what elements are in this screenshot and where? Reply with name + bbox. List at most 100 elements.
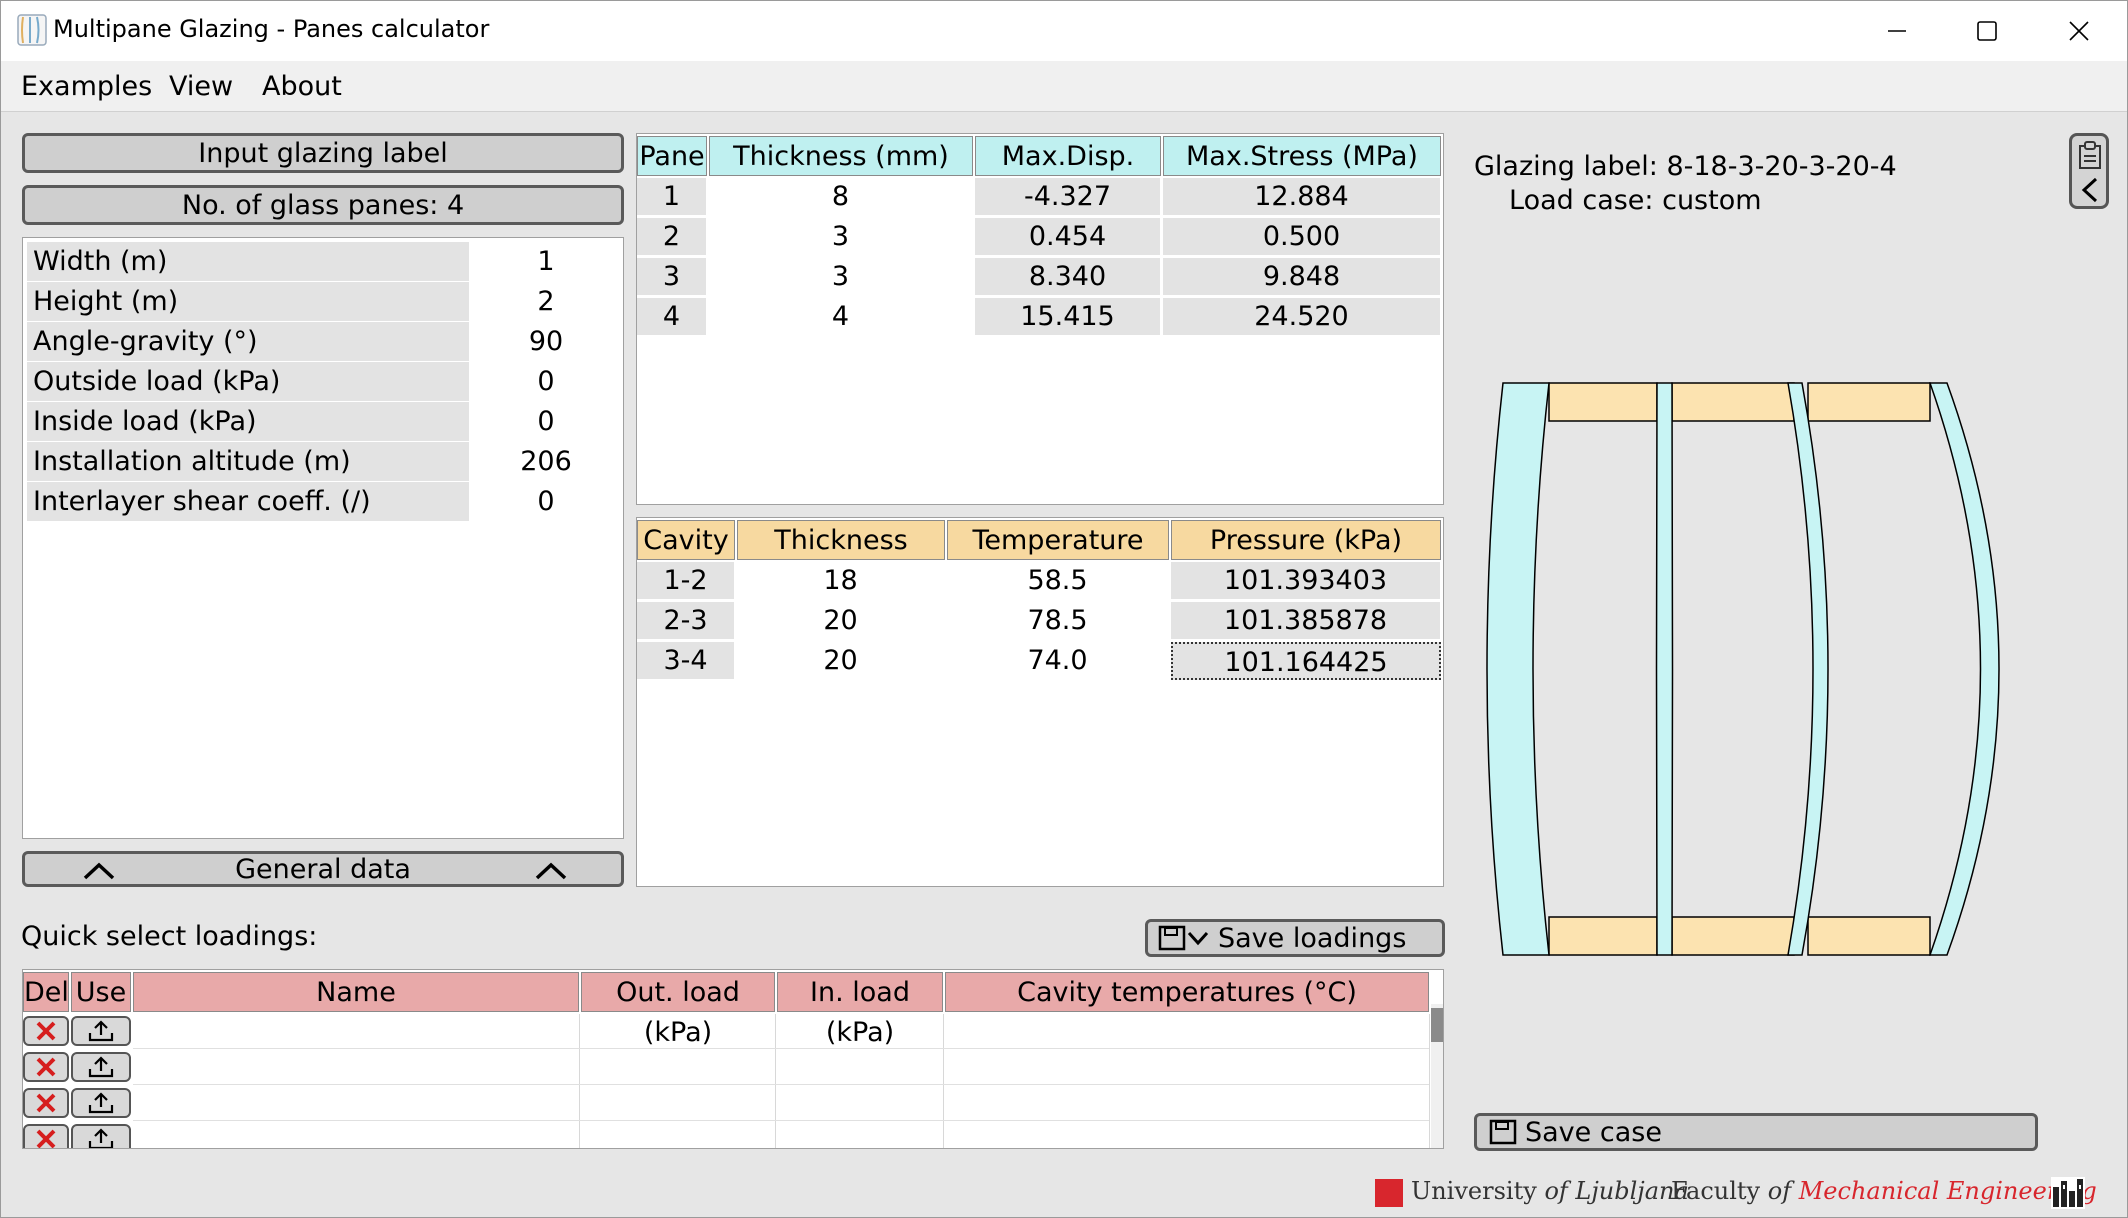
- glass-pane-2: [1655, 382, 1674, 956]
- panes-cell: 3: [637, 258, 707, 296]
- general-row-label: Outside load (kPa): [27, 362, 469, 401]
- save-case-label: Save case: [1525, 1116, 1662, 1148]
- upload-icon: [88, 1128, 114, 1148]
- general-row-label: Inside load (kPa): [27, 402, 469, 441]
- panes-cell: 2: [637, 218, 707, 256]
- cavity-header-cavity[interactable]: Cavity: [637, 520, 735, 560]
- general-row-label: Installation altitude (m): [27, 442, 469, 481]
- cavity-cell[interactable]: 18: [737, 562, 945, 600]
- save-case-button[interactable]: Save case: [1474, 1113, 2038, 1151]
- cavity-cell-selected[interactable]: 101.164425: [1171, 642, 1441, 680]
- university-of: of: [1544, 1177, 1568, 1205]
- cavity-header-pressure[interactable]: Pressure (kPa): [1171, 520, 1441, 560]
- close-button[interactable]: [2049, 9, 2109, 53]
- cavity-cell[interactable]: 74.0: [947, 642, 1169, 680]
- panes-header-maxstress[interactable]: Max.Stress (MPa): [1163, 136, 1441, 176]
- loadings-header-del[interactable]: Del: [23, 972, 69, 1012]
- panes-header-pane[interactable]: Pane: [637, 136, 707, 176]
- general-row-value[interactable]: 0: [471, 402, 621, 441]
- menu-view[interactable]: View: [169, 71, 233, 102]
- upload-icon: [88, 1092, 114, 1114]
- panes-cell[interactable]: 3: [709, 218, 973, 256]
- panes-cell: 0.500: [1163, 218, 1441, 256]
- general-row-value[interactable]: 1: [471, 242, 621, 281]
- cavity-cell[interactable]: 58.5: [947, 562, 1169, 600]
- maximize-button[interactable]: [1957, 9, 2017, 53]
- panes-cell: 15.415: [975, 298, 1161, 336]
- cavity-cell[interactable]: 78.5: [947, 602, 1169, 640]
- glazing-label-text: Glazing label: 8-18-3-20-3-20-4: [1474, 151, 1897, 182]
- loadings-header-name[interactable]: Name: [133, 972, 579, 1012]
- footer: University of Ljubljana Faculty of Mecha…: [1, 1169, 2127, 1217]
- general-row-value[interactable]: 206: [471, 442, 621, 481]
- clipboard-icon: [2079, 141, 2101, 169]
- glass-pane-4: [1928, 382, 2000, 956]
- general-data-grid: Width (m) 1 Height (m) 2 Angle-gravity (…: [22, 237, 624, 839]
- panes-cell: 1: [637, 178, 707, 216]
- cavity-cell: 101.393403: [1171, 562, 1441, 600]
- use-row-button[interactable]: [71, 1088, 131, 1118]
- delete-row-button[interactable]: [23, 1052, 69, 1082]
- loadings-table: Del Use Name Out. load (kPa) In. load (k…: [22, 969, 1444, 1149]
- cavity-header-thickness[interactable]: Thickness (mm): [737, 520, 945, 596]
- delete-row-button[interactable]: [23, 1124, 69, 1148]
- row-divider: [133, 1120, 1429, 1121]
- panes-cell[interactable]: 4: [709, 298, 973, 336]
- general-row-value[interactable]: 2: [471, 282, 621, 321]
- university-prefix: University: [1411, 1177, 1537, 1205]
- use-row-button[interactable]: [71, 1052, 131, 1082]
- delete-row-button[interactable]: [23, 1088, 69, 1118]
- save-loadings-button[interactable]: Save loadings: [1145, 919, 1445, 957]
- loadings-header-use[interactable]: Use: [71, 972, 131, 1012]
- menu-about[interactable]: About: [262, 71, 342, 102]
- save-icon: [1158, 925, 1186, 951]
- delete-row-button[interactable]: [23, 1016, 69, 1046]
- cavity-cell: 2-3: [637, 602, 735, 640]
- panes-header-maxdisp[interactable]: Max.Disp.(mm): [975, 136, 1161, 212]
- menu-examples[interactable]: Examples: [21, 71, 152, 102]
- spacer-top-2: [1671, 382, 1795, 422]
- general-row: Width (m) 1: [27, 242, 621, 282]
- general-row-label: Height (m): [27, 282, 469, 321]
- loadings-scrollbar[interactable]: [1431, 1004, 1443, 1148]
- use-row-button[interactable]: [71, 1016, 131, 1046]
- chevron-left-icon: [2081, 177, 2098, 203]
- panes-header-thickness[interactable]: Thickness (mm): [709, 136, 973, 176]
- minimize-button[interactable]: [1867, 9, 1927, 53]
- row-divider: [133, 1084, 1429, 1085]
- general-row: Angle-gravity (°) 90: [27, 322, 621, 362]
- glazing-section-diagram: [1486, 382, 2000, 956]
- general-row-value[interactable]: 0: [471, 362, 621, 401]
- general-row-value[interactable]: 90: [471, 322, 621, 361]
- cavity-cell[interactable]: 20: [737, 642, 945, 680]
- input-glazing-label-button[interactable]: Input glazing label: [22, 133, 624, 173]
- loadings-header-out-load[interactable]: Out. load (kPa): [581, 972, 775, 1048]
- panes-cell[interactable]: 3: [709, 258, 973, 296]
- chevron-down-icon: [1187, 931, 1209, 946]
- spacer-bottom-1: [1548, 916, 1658, 956]
- panes-cell: -4.327: [975, 178, 1161, 216]
- general-row-value[interactable]: 0: [471, 482, 621, 521]
- general-row: Height (m) 2: [27, 282, 621, 322]
- glass-pane-1: [1486, 382, 1550, 956]
- use-row-button[interactable]: [71, 1124, 131, 1148]
- cavity-cell: 1-2: [637, 562, 735, 600]
- delete-icon: [36, 1093, 56, 1113]
- delete-icon: [36, 1057, 56, 1077]
- side-panel-toggle-button[interactable]: [2069, 133, 2109, 209]
- glass-panes-count-button[interactable]: No. of glass panes: 4: [22, 185, 624, 225]
- general-data-toggle-button[interactable]: General data: [22, 851, 624, 887]
- university-name: University of Ljubljana: [1411, 1177, 1689, 1205]
- loadings-header-cavity-temps[interactable]: Cavity temperatures (°C): [945, 972, 1429, 1012]
- column-divider: [1429, 1014, 1430, 1148]
- cavity-cell: 101.385878: [1171, 602, 1441, 640]
- cavity-header-temperature[interactable]: Temperature (°C): [947, 520, 1169, 596]
- row-divider: [133, 1048, 1429, 1049]
- panes-cell: 24.520: [1163, 298, 1441, 336]
- cavity-cell[interactable]: 20: [737, 602, 945, 640]
- scrollbar-thumb[interactable]: [1431, 1008, 1443, 1042]
- panes-cell[interactable]: 8: [709, 178, 973, 216]
- panes-cell: 0.454: [975, 218, 1161, 256]
- general-row: Inside load (kPa) 0: [27, 402, 621, 442]
- loadings-header-in-load[interactable]: In. load (kPa): [777, 972, 943, 1048]
